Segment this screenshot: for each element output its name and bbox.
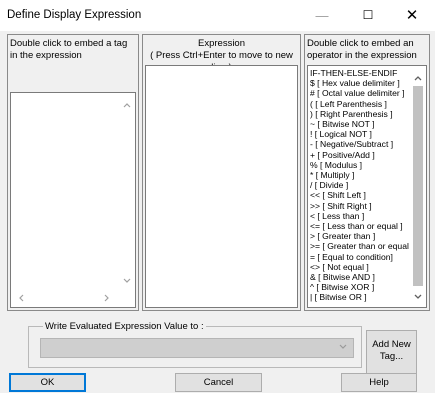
tags-list[interactable] — [10, 92, 136, 308]
ok-label: OK — [40, 377, 55, 388]
chevron-down-icon[interactable] — [339, 342, 347, 352]
scroll-right-icon[interactable] — [99, 291, 115, 307]
operator-list-item[interactable]: > [ Greater than ] — [310, 231, 408, 241]
operator-list-item[interactable]: * [ Multiply ] — [310, 170, 408, 180]
operator-list-item[interactable]: ~ [ Bitwise NOT ] — [310, 119, 408, 129]
operator-list-item[interactable]: & [ Bitwise AND ] — [310, 272, 408, 282]
tags-panel-header: Double click to embed a tag in the expre… — [10, 38, 128, 61]
tags-panel: Double click to embed a tag in the expre… — [7, 34, 139, 311]
operator-list-item[interactable]: ( [ Left Parenthesis ] — [310, 99, 408, 109]
cancel-button[interactable]: Cancel — [175, 373, 262, 392]
scroll-up-icon[interactable] — [119, 97, 135, 113]
expression-title: Expression — [198, 38, 245, 49]
operators-panel: Double click to embed an operator in the… — [304, 34, 430, 311]
operator-list-item[interactable]: ) [ Right Parenthesis ] — [310, 109, 408, 119]
operator-list-item[interactable]: # [ Octal value delimiter ] — [310, 88, 408, 98]
scroll-down-icon[interactable] — [119, 273, 135, 289]
ok-button[interactable]: OK — [9, 373, 86, 392]
operator-list-item[interactable]: << [ Shift Left ] — [310, 190, 408, 200]
title-bar: Define Display Expression — ☐ ✕ — [0, 0, 435, 31]
expression-panel: Expression ( Press Ctrl+Enter to move to… — [142, 34, 301, 311]
operator-list-item[interactable]: | [ Bitwise OR ] — [310, 292, 408, 302]
help-button[interactable]: Help — [341, 373, 417, 392]
cancel-label: Cancel — [203, 377, 234, 388]
help-label: Help — [369, 377, 389, 388]
minimize-icon[interactable]: — — [299, 0, 345, 31]
window-title: Define Display Expression — [7, 9, 142, 21]
close-icon[interactable]: ✕ — [389, 0, 435, 31]
operators-vertical-scrollbar[interactable] — [410, 66, 426, 307]
operator-list-item[interactable]: % [ Modulus ] — [310, 160, 408, 170]
operators-panel-header: Double click to embed an operator in the… — [307, 38, 417, 61]
operator-list-item[interactable]: <= [ Less than or equal ] — [310, 221, 408, 231]
write-value-group: Write Evaluated Expression Value to : — [28, 321, 362, 368]
expression-textarea[interactable] — [145, 65, 298, 308]
operator-list-item[interactable]: >= [ Greater than or equal ] — [310, 241, 414, 251]
operator-list-item[interactable]: <> [ Not equal ] — [310, 262, 408, 272]
write-value-label: Write Evaluated Expression Value to : — [43, 321, 206, 332]
tags-horizontal-scrollbar[interactable] — [11, 291, 119, 307]
tags-vertical-scrollbar[interactable] — [119, 93, 135, 291]
operators-scroll-thumb[interactable] — [413, 86, 423, 286]
scroll-left-icon[interactable] — [13, 291, 29, 307]
operator-list-item[interactable]: < [ Less than ] — [310, 211, 408, 221]
maximize-icon[interactable]: ☐ — [345, 0, 391, 31]
operator-list-item[interactable]: IF-THEN-ELSE-ENDIF — [310, 68, 408, 78]
operator-list-item[interactable]: / [ Divide ] — [310, 180, 408, 190]
scroll-down-icon[interactable] — [410, 289, 426, 305]
operator-list-item[interactable]: = [ Equal to condition] — [310, 252, 408, 262]
operator-list-item[interactable]: ! [ Logical NOT ] — [310, 129, 408, 139]
operators-list[interactable]: IF-THEN-ELSE-ENDIF $ [ Hex value delimite… — [307, 65, 427, 308]
operator-list-item[interactable]: - [ Negative/Subtract ] — [310, 139, 408, 149]
operator-list-item[interactable]: + [ Positive/Add ] — [310, 150, 408, 160]
operator-list-item[interactable]: ^ [ Bitwise XOR ] — [310, 282, 408, 292]
add-new-tag-label: Add New Tag... — [372, 339, 411, 362]
operator-list-item[interactable]: >> [ Shift Right ] — [310, 201, 408, 211]
write-target-combo[interactable] — [40, 338, 354, 358]
add-new-tag-button[interactable]: Add New Tag... — [366, 330, 417, 374]
operators-items: IF-THEN-ELSE-ENDIF $ [ Hex value delimite… — [310, 68, 414, 303]
scroll-up-icon[interactable] — [410, 70, 426, 86]
operator-list-item[interactable]: $ [ Hex value delimiter ] — [310, 78, 408, 88]
